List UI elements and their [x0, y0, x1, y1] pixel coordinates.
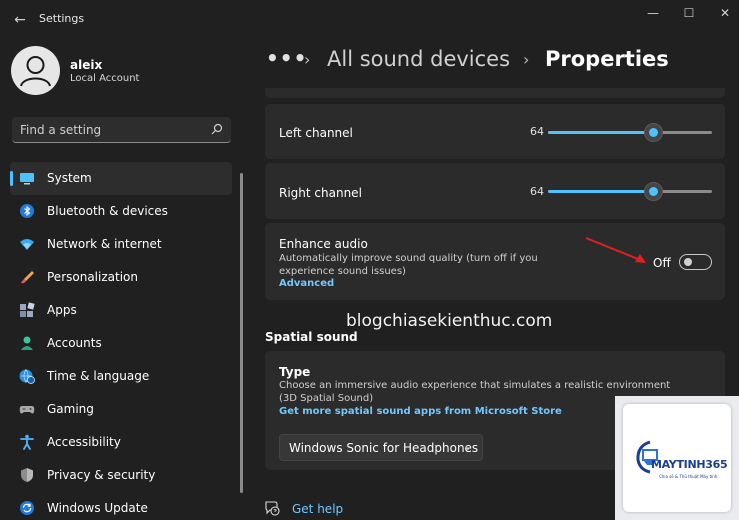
person-icon: [21, 336, 33, 350]
right-channel-value: 64: [530, 185, 544, 198]
spatial-type-title: Type: [279, 365, 311, 379]
sidebar-item-label: Windows Update: [47, 501, 148, 515]
close-button[interactable]: ✕: [710, 4, 739, 22]
accessibility-icon: [20, 434, 34, 450]
enhance-audio-toggle[interactable]: [679, 254, 712, 270]
left-channel-label: Left channel: [279, 126, 353, 140]
back-button[interactable]: ←: [10, 10, 30, 30]
search-input[interactable]: [12, 117, 202, 142]
avatar[interactable]: [11, 46, 60, 95]
gamepad-icon: [19, 406, 35, 414]
brand-logo-text: MAYTINH365: [651, 458, 728, 471]
minimize-button[interactable]: —: [638, 4, 668, 22]
sidebar-item-apps[interactable]: Apps: [10, 294, 232, 327]
chevron-right-icon: ›: [304, 50, 311, 69]
red-arrow-annotation-icon: [585, 237, 646, 263]
maximize-button[interactable]: ☐: [674, 4, 704, 22]
get-help-link[interactable]: Get help: [292, 502, 343, 516]
sidebar-item-windows-update[interactable]: Windows Update: [10, 492, 232, 520]
left-channel-slider-fill: [548, 131, 653, 134]
person-avatar-icon: [20, 56, 51, 87]
microsoft-store-link[interactable]: Get more spatial sound apps from Microso…: [279, 406, 562, 417]
brand-tagline: Chia sẻ & Thủ thuật Máy tính: [659, 474, 718, 479]
spatial-sound-heading: Spatial sound: [265, 330, 358, 344]
right-channel-card: Right channel 64: [265, 163, 725, 219]
chevron-down-icon: ⌄: [463, 442, 472, 453]
enhance-audio-title: Enhance audio: [279, 237, 368, 251]
title-bar: ← Settings — ☐ ✕: [0, 0, 739, 40]
sidebar-item-label: Privacy & security: [47, 468, 156, 482]
sidebar-item-accessibility[interactable]: Accessibility: [10, 426, 232, 459]
profile-name: aleix: [70, 58, 103, 72]
brand-logo-overlay: MAYTINH365 Chia sẻ & Thủ thuật Máy tính: [615, 396, 739, 520]
profile-account-type: Local Account: [70, 73, 140, 84]
search-box[interactable]: [12, 117, 231, 143]
help-icon[interactable]: [264, 500, 280, 516]
update-icon: [20, 501, 34, 515]
sidebar-item-system[interactable]: System: [10, 162, 232, 195]
right-channel-label: Right channel: [279, 186, 362, 200]
sidebar-item-label: Personalization: [47, 270, 138, 284]
sidebar-item-label: Accessibility: [47, 435, 121, 449]
globe-clock-icon: [19, 369, 35, 384]
watermark-text: blogchiasekienthuc.com: [346, 311, 553, 331]
enhance-audio-state: Off: [653, 256, 671, 270]
spatial-sound-selected: Windows Sonic for Headphones: [289, 441, 479, 455]
chevron-right-icon: ›: [523, 50, 530, 69]
sidebar-item-label: Bluetooth & devices: [47, 204, 168, 218]
sidebar-item-label: Network & internet: [47, 237, 162, 251]
page-title: Properties: [545, 47, 669, 71]
sidebar-item-network[interactable]: Network & internet: [10, 228, 232, 261]
enhance-audio-description: Automatically improve sound quality (tur…: [279, 253, 538, 277]
breadcrumb-all-sound-devices[interactable]: All sound devices: [327, 47, 510, 71]
enhance-audio-card: Enhance audio Automatically improve soun…: [265, 223, 725, 300]
left-channel-value: 64: [530, 125, 544, 138]
sidebar-item-label: Time & language: [47, 369, 150, 383]
apps-icon: [20, 302, 35, 317]
sidebar-nav: System Bluetooth & devices Network & int…: [10, 162, 232, 520]
sidebar-item-label: Accounts: [47, 336, 102, 350]
sidebar-item-time-language[interactable]: Time & language: [10, 360, 232, 393]
wifi-icon: [20, 239, 34, 250]
right-channel-slider[interactable]: [548, 182, 712, 201]
brand-logo-card: MAYTINH365 Chia sẻ & Thủ thuật Máy tính: [623, 404, 731, 512]
right-channel-slider-thumb[interactable]: [644, 182, 663, 201]
shield-icon: [21, 468, 33, 482]
sidebar-item-privacy-security[interactable]: Privacy & security: [10, 459, 232, 492]
sidebar-item-accounts[interactable]: Accounts: [10, 327, 232, 360]
breadcrumb-overflow-button[interactable]: •••: [266, 46, 307, 70]
brush-icon: [21, 271, 34, 284]
app-title: Settings: [39, 12, 85, 25]
sidebar-item-label: Apps: [47, 303, 77, 317]
spatial-sound-dropdown[interactable]: Windows Sonic for Headphones ⌄: [279, 434, 483, 461]
monitor-icon: [20, 173, 34, 185]
advanced-link[interactable]: Advanced: [279, 278, 334, 289]
sidebar-item-personalization[interactable]: Personalization: [10, 261, 232, 294]
left-channel-slider[interactable]: [548, 123, 712, 142]
sidebar-item-bluetooth[interactable]: Bluetooth & devices: [10, 195, 232, 228]
previous-setting-card: [265, 88, 725, 98]
right-channel-slider-fill: [548, 190, 653, 193]
sidebar-scrollbar[interactable]: [240, 173, 243, 493]
sidebar-item-gaming[interactable]: Gaming: [10, 393, 232, 426]
search-icon[interactable]: [211, 123, 223, 135]
left-channel-card: Left channel 64: [265, 104, 725, 159]
sidebar-item-label: Gaming: [47, 402, 94, 416]
bluetooth-icon: [20, 204, 34, 218]
left-channel-slider-thumb[interactable]: [644, 123, 663, 142]
sidebar-item-label: System: [47, 171, 92, 185]
